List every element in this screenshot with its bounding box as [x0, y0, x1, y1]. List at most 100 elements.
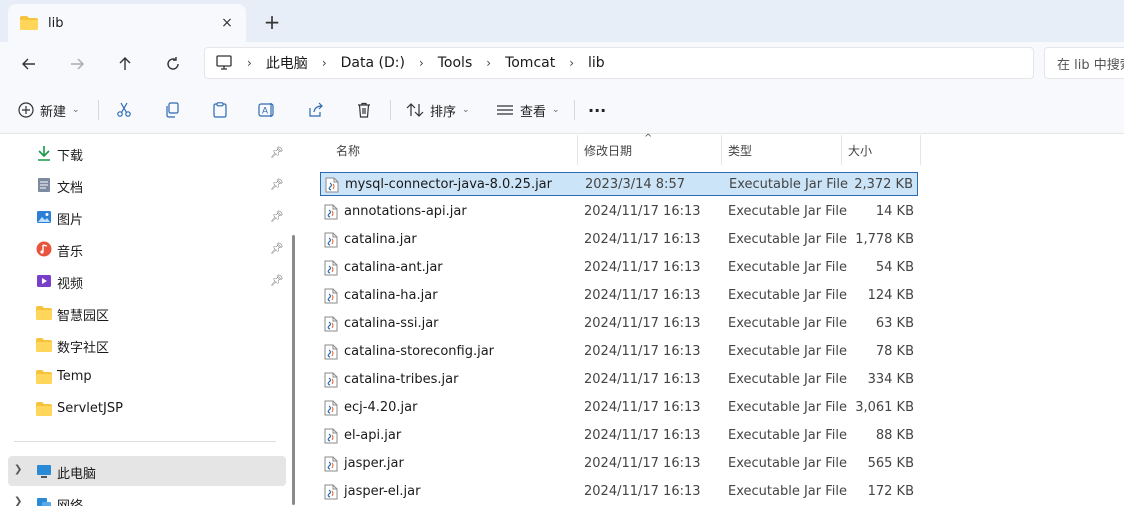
close-tab-icon[interactable]: ×	[216, 12, 238, 34]
column-header-type[interactable]: 类型	[728, 135, 752, 165]
sidebar-item-label: 下载	[57, 149, 84, 164]
file-size: 88 KB	[875, 428, 914, 443]
file-name: el-api.jar	[344, 428, 402, 443]
folder-icon	[36, 370, 52, 384]
sidebar-item-zhihuiyuanqu[interactable]: 智慧园区	[8, 298, 286, 328]
back-button[interactable]	[14, 50, 44, 78]
file-row[interactable]: catalina-ha.jar 2024/11/17 16:13 Executa…	[320, 284, 918, 308]
jar-file-icon	[324, 344, 338, 360]
file-size: 78 KB	[875, 344, 914, 359]
file-row[interactable]: jasper.jar 2024/11/17 16:13 Executable J…	[320, 452, 918, 476]
copy-button[interactable]	[164, 96, 180, 124]
chevron-right-icon[interactable]: ›	[322, 56, 327, 70]
navigation-pane: 下载 📌︎ 文档 📌︎ 图片 📌︎ 音乐 📌︎ 视频 📌︎ 智慧园区 数字社区 …	[0, 135, 290, 506]
new-tab-button[interactable]: +	[258, 10, 286, 34]
file-type: Executable Jar File	[728, 456, 847, 471]
file-date: 2024/11/17 16:13	[584, 316, 701, 331]
sidebar-item-this-pc[interactable]: ❯ 此电脑	[8, 456, 286, 486]
sort-button[interactable]: 排序 ⌄	[406, 96, 470, 124]
file-row[interactable]: catalina-tribes.jar 2024/11/17 16:13 Exe…	[320, 368, 918, 392]
file-size: 2,372 KB	[854, 177, 913, 192]
sidebar-item-temp[interactable]: Temp	[8, 362, 286, 392]
video-icon	[37, 275, 51, 287]
new-button[interactable]: 新建 ⌄	[18, 96, 80, 124]
view-button[interactable]: 查看 ⌄	[496, 96, 560, 124]
column-divider[interactable]	[841, 135, 842, 165]
column-header-date[interactable]: 修改日期	[584, 135, 632, 165]
download-icon	[38, 146, 50, 161]
sidebar-scrollbar[interactable]	[292, 235, 295, 505]
file-row[interactable]: catalina-ant.jar 2024/11/17 16:13 Execut…	[320, 256, 918, 280]
chevron-right-icon[interactable]: ❯	[14, 496, 22, 506]
sidebar-item-downloads[interactable]: 下载 📌︎	[8, 138, 286, 168]
sidebar-item-label: 数字社区	[57, 341, 110, 356]
file-date: 2024/11/17 16:13	[584, 484, 701, 499]
sidebar-item-label: 此电脑	[57, 467, 97, 482]
chevron-right-icon[interactable]: ›	[419, 56, 424, 70]
column-header-name[interactable]: 名称	[336, 135, 360, 165]
breadcrumb-this-pc[interactable]: 此电脑	[266, 53, 308, 73]
jar-file-icon	[324, 204, 338, 220]
breadcrumb-tools[interactable]: Tools	[438, 55, 473, 71]
chevron-right-icon[interactable]: ›	[486, 56, 491, 70]
sidebar-item-videos[interactable]: 视频 📌︎	[8, 266, 286, 296]
file-type: Executable Jar File	[728, 428, 847, 443]
column-divider[interactable]	[920, 135, 921, 165]
tab-lib[interactable]: lib ×	[8, 4, 246, 42]
file-name: jasper-el.jar	[344, 484, 421, 499]
sidebar-item-documents[interactable]: 文档 📌︎	[8, 170, 286, 200]
file-row[interactable]: annotations-api.jar 2024/11/17 16:13 Exe…	[320, 200, 918, 224]
chevron-right-icon[interactable]: ›	[247, 56, 252, 70]
rename-button[interactable]: A	[258, 96, 276, 124]
forward-button[interactable]	[62, 50, 92, 78]
pictures-icon	[37, 211, 51, 223]
folder-icon	[36, 338, 52, 352]
file-size: 54 KB	[875, 260, 914, 275]
chevron-right-icon[interactable]: ›	[569, 56, 574, 70]
file-type: Executable Jar File	[728, 316, 847, 331]
up-button[interactable]	[110, 50, 140, 78]
file-row[interactable]: catalina-storeconfig.jar 2024/11/17 16:1…	[320, 340, 918, 364]
search-input[interactable]: 在 lib 中搜索	[1044, 47, 1124, 79]
column-divider[interactable]	[721, 135, 722, 165]
sidebar-item-label: 音乐	[57, 245, 84, 260]
plus-circle-icon	[18, 102, 34, 118]
cut-button[interactable]	[116, 96, 132, 124]
paste-button[interactable]	[212, 96, 228, 124]
sidebar-item-servletjsp[interactable]: ServletJSP	[8, 394, 286, 424]
sidebar-item-shuzishequ[interactable]: 数字社区	[8, 330, 286, 360]
more-options-button[interactable]: ···	[588, 96, 606, 124]
file-name: catalina-ant.jar	[344, 260, 443, 275]
music-icon	[36, 241, 52, 257]
file-size: 14 KB	[875, 204, 914, 219]
file-row[interactable]: jasper-el.jar 2024/11/17 16:13 Executabl…	[320, 480, 918, 504]
file-row[interactable]: ecj-4.20.jar 2024/11/17 16:13 Executable…	[320, 396, 918, 420]
file-date: 2024/11/17 16:13	[584, 372, 701, 387]
sidebar-item-network[interactable]: ❯ 网络	[8, 488, 286, 506]
jar-file-icon	[324, 428, 338, 444]
sidebar-item-pictures[interactable]: 图片 📌︎	[8, 202, 286, 232]
refresh-button[interactable]	[158, 50, 188, 78]
address-bar[interactable]: › 此电脑 › Data (D:) › Tools › Tomcat › lib	[204, 47, 1034, 79]
file-row[interactable]: catalina.jar 2024/11/17 16:13 Executable…	[320, 228, 918, 252]
file-row[interactable]: catalina-ssi.jar 2024/11/17 16:13 Execut…	[320, 312, 918, 336]
column-divider[interactable]	[577, 135, 578, 165]
breadcrumb-data-drive[interactable]: Data (D:)	[341, 55, 405, 71]
file-row[interactable]: el-api.jar 2024/11/17 16:13 Executable J…	[320, 424, 918, 448]
jar-file-icon	[324, 456, 338, 472]
pin-icon: 📌︎	[270, 210, 284, 223]
folder-icon	[36, 306, 52, 320]
breadcrumb-tomcat[interactable]: Tomcat	[505, 55, 555, 71]
file-row[interactable]: mysql-connector-java-8.0.25.jar 2023/3/1…	[320, 172, 918, 196]
chevron-right-icon[interactable]: ❯	[14, 464, 22, 475]
sidebar-item-music[interactable]: 音乐 📌︎	[8, 234, 286, 264]
column-header-size[interactable]: 大小	[848, 135, 872, 165]
copy-icon	[166, 102, 179, 118]
divider	[390, 100, 391, 120]
delete-button[interactable]	[356, 96, 372, 124]
file-name: catalina-ha.jar	[344, 288, 438, 303]
sort-icon	[406, 103, 424, 117]
share-button[interactable]	[308, 96, 324, 124]
breadcrumb-lib[interactable]: lib	[588, 55, 605, 71]
file-date: 2024/11/17 16:13	[584, 260, 701, 275]
